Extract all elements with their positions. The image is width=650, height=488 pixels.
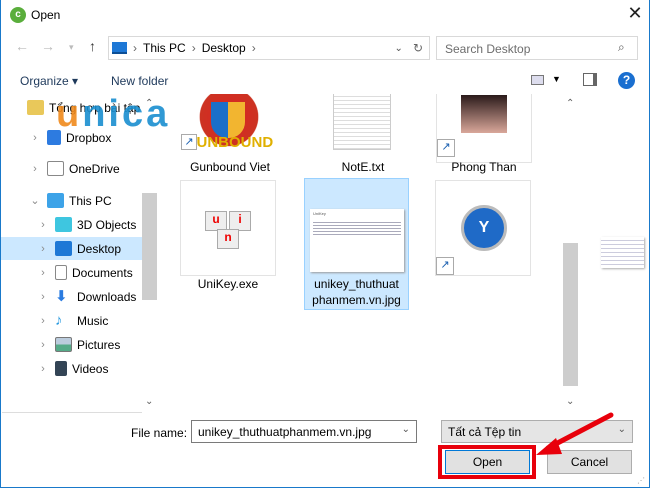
file-label[interactable]: Phong Than (429, 159, 539, 175)
nav-label: Downloads (77, 289, 137, 304)
shield-icon (211, 102, 245, 138)
nav-label: Pictures (77, 337, 121, 352)
nav-scrollbar-thumb[interactable] (142, 193, 157, 300)
search-icon: ⌕ (618, 40, 625, 54)
chevron-down-icon[interactable]: ⌄ (29, 194, 41, 207)
scroll-down-icon[interactable]: ⌄ (145, 396, 153, 407)
phong-than-icon: ↗ (436, 94, 532, 163)
chevron-right-icon[interactable]: › (37, 339, 49, 351)
content-scrollbar-thumb[interactable] (563, 243, 578, 386)
up-icon[interactable]: ↑ (89, 38, 96, 54)
chevron-right-icon[interactable]: › (29, 132, 41, 144)
pc-icon (112, 42, 127, 54)
chevron-down-icon[interactable]: ⌄ (618, 424, 626, 435)
app-icon: c (10, 7, 26, 23)
music-icon: ♪ (55, 312, 63, 329)
app-shortcut-icon: Y ↗ (435, 180, 531, 276)
file-name-label: File name: (131, 426, 188, 440)
chevron-right-icon[interactable]: › (37, 291, 49, 303)
organize-menu[interactable]: Organize ▾ (20, 74, 78, 88)
address-bar[interactable]: › This PC › Desktop › ⌄ ↻ (108, 36, 430, 60)
view-icon[interactable] (531, 75, 544, 85)
search-input[interactable]: Search Desktop (436, 36, 638, 60)
file-label-line1: unikey_thuthuat (314, 277, 399, 291)
chevron-down-icon[interactable]: ⌄ (395, 43, 403, 54)
nav-label: Desktop (77, 241, 122, 256)
file-label[interactable]: Gunbound Viet (175, 159, 285, 175)
nav-item-music[interactable]: › ♪ Music (37, 309, 141, 332)
nav-item-documents[interactable]: › Documents (37, 261, 141, 284)
nav-label: 3D Objects (77, 217, 137, 232)
preview-pane-icon[interactable] (583, 73, 597, 86)
chevron-right-icon[interactable]: › (37, 363, 49, 375)
help-icon[interactable]: ? (618, 72, 635, 89)
computer-icon (47, 193, 64, 208)
scroll-down-icon[interactable]: ⌄ (566, 396, 574, 407)
recent-dropdown-icon[interactable]: ▾ (69, 42, 74, 53)
nav-item-downloads[interactable]: › ⬇ Downloads (37, 285, 141, 308)
image-thumbnail: UniKey (310, 209, 404, 272)
document-icon (55, 265, 67, 280)
file-item-selected[interactable]: UniKey unikey_thuthuat phanmem.vn.jpg (304, 178, 409, 310)
file-type-value: Tất cả Tệp tin (448, 425, 522, 439)
nav-item-pictures[interactable]: › Pictures (37, 333, 141, 356)
nav-item-videos[interactable]: › Videos (37, 357, 141, 380)
thumb-title: UniKey (313, 211, 326, 216)
preview-pane-image (601, 237, 644, 268)
download-icon: ⬇ (55, 288, 68, 305)
shortcut-icon: ↗ (436, 257, 454, 275)
dialog-title: Open (31, 8, 61, 22)
shortcut-icon: ↗ (181, 134, 197, 150)
chevron-right-icon[interactable]: › (37, 267, 49, 279)
back-icon[interactable]: ← (15, 38, 29, 54)
nav-label: Music (77, 313, 109, 328)
file-list[interactable]: GUNBOUND ↗ Gunbound Viet NotE.txt ↗ Phon… (161, 94, 581, 412)
unikey-icon: u i n (180, 180, 276, 276)
open-dialog: c Open ✕ ← → ▾ ↑ › This PC › Desktop › ⌄… (0, 0, 650, 488)
close-icon[interactable]: ✕ (625, 3, 645, 27)
videos-icon (55, 361, 67, 376)
nav-label: Documents (72, 265, 133, 280)
chevron-right-icon[interactable]: › (37, 315, 49, 327)
chevron-down-icon[interactable]: ▼ (552, 74, 561, 84)
divider (2, 412, 142, 413)
chevron-right-icon[interactable]: › (37, 243, 49, 255)
onedrive-icon (47, 161, 64, 176)
scroll-up-icon[interactable]: ⌃ (566, 98, 574, 109)
pictures-icon (55, 337, 72, 352)
file-name-value: unikey_thuthuatphanmem.vn.jpg (198, 425, 372, 439)
file-label-line2: phanmem.vn.jpg (312, 293, 401, 307)
navigation-pane[interactable]: Tổng hợp bài tập › Dropbox › OneDrive ⌄ Thi… (1, 94, 159, 412)
nav-label: This PC (69, 193, 112, 208)
nav-label: OneDrive (69, 161, 120, 176)
text-file-icon (333, 94, 391, 150)
open-button[interactable]: Open (445, 450, 530, 474)
resize-grip-icon[interactable]: ⋰ (637, 476, 645, 485)
cube-icon (55, 217, 72, 232)
file-label[interactable]: UniKey.exe (175, 276, 281, 292)
breadcrumb-desktop[interactable]: Desktop (202, 41, 246, 55)
unica-watermark: unica (56, 93, 171, 135)
desktop-icon (55, 241, 72, 256)
chevron-down-icon[interactable]: ⌄ (402, 424, 410, 435)
refresh-icon[interactable]: ↻ (413, 41, 423, 55)
folder-icon (27, 100, 44, 115)
nav-item-3d-objects[interactable]: › 3D Objects (37, 213, 141, 236)
nav-item-onedrive[interactable]: › OneDrive (29, 157, 169, 180)
forward-icon[interactable]: → (41, 38, 55, 54)
shortcut-icon: ↗ (437, 139, 455, 157)
breadcrumb-this-pc[interactable]: This PC (143, 41, 186, 55)
chevron-right-icon[interactable]: › (37, 219, 49, 231)
file-name-input[interactable]: unikey_thuthuatphanmem.vn.jpg ⌄ (191, 420, 417, 443)
file-label[interactable]: NotE.txt (308, 159, 418, 175)
nav-label: Videos (72, 361, 109, 376)
new-folder-button[interactable]: New folder (111, 74, 168, 88)
nav-item-desktop[interactable]: › Desktop (1, 237, 142, 260)
red-arrow-annotation (536, 412, 614, 455)
chevron-right-icon[interactable]: › (29, 163, 41, 175)
